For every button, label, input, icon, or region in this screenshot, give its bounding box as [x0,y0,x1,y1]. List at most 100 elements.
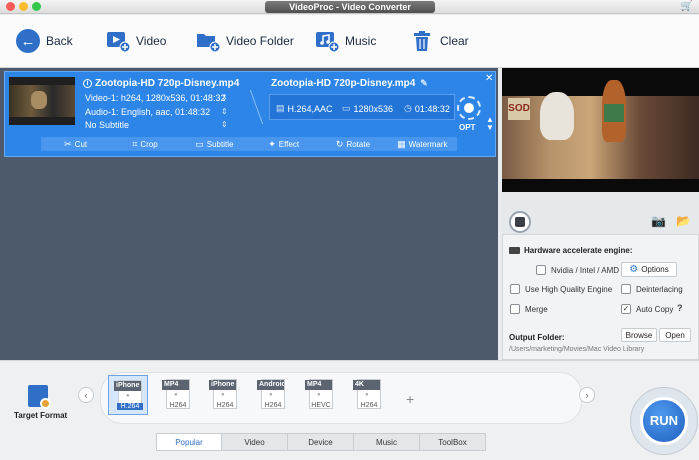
codec-option-gear-icon[interactable] [457,96,481,120]
output-resolution: ▭ 1280x536 [342,103,394,114]
back-button[interactable]: ← Back [16,27,73,55]
preview-sign: SOD [508,98,530,120]
apple-icon: ● [221,392,225,398]
add-video-folder-button[interactable]: Video Folder [196,27,294,55]
auto-copy-checkbox[interactable]: ✓ [621,304,631,314]
audio-track-info[interactable]: Audio-1: English, aac, 01:48:32 [85,107,210,117]
format-icon: ● [365,392,369,398]
merge-checkbox[interactable] [510,304,520,314]
high-quality-label: Use High Quality Engine [525,284,613,294]
edit-toolbar: ✂ Cut ⌗ Crop ▭ Subtitle ✦ Effect ↻ Rotate ▦ Wa… [41,137,457,151]
bottom-panel: Target Format ‹ › iPhone ● H.264 MP4 ● H… [0,360,699,460]
source-file-name: i Zootopia-HD 720p-Disney.mp4 [83,78,239,89]
back-arrow-icon: ← [16,29,40,53]
video-folder-label: Video Folder [226,34,294,48]
resolution-icon: ▭ [342,103,351,113]
auto-copy-option[interactable]: ✓ Auto Copy [621,304,673,314]
stop-icon [515,217,525,227]
tab-music[interactable]: Music [354,433,420,451]
music-plus-icon [315,30,339,52]
format-item[interactable]: 4K ● H264 [348,375,388,415]
tab-video[interactable]: Video [222,433,288,451]
minimize-window-button[interactable] [19,2,28,11]
deinterlacing-checkbox[interactable] [621,284,631,294]
format-item[interactable]: Android ● H264 [252,375,292,415]
video-thumbnail[interactable] [9,77,75,125]
tab-device[interactable]: Device [288,433,354,451]
open-button[interactable]: Open [659,328,691,342]
format-item[interactable]: iPhone ● H264 [204,375,244,415]
remove-task-icon[interactable]: ✕ [485,73,493,84]
music-label: Music [345,34,377,48]
output-spec-box: ▤ H.264,AAC ▭ 1280x536 ◷ 01:48:32 [269,94,455,120]
arrow-separator [236,90,264,124]
target-format-label: Target Format [14,411,68,420]
subtitle-info[interactable]: No Subtitle [85,120,129,130]
scissors-icon: ✂ [64,138,72,149]
info-icon[interactable]: i [83,78,92,88]
help-icon[interactable]: ? [677,303,683,313]
watermark-button[interactable]: ▦ Watermark [388,139,457,150]
hardware-engine-row: Hardware accelerate engine: [509,246,633,255]
output-codec: ▤ H.264,AAC [276,103,333,114]
merge-option[interactable]: Merge [510,304,548,314]
format-item[interactable]: iPhone ● H.264 [108,375,148,415]
folder-plus-icon [196,30,220,52]
nvidia-label: Nvidia / Intel / AMD [551,265,620,275]
nvidia-checkbox[interactable] [536,265,546,275]
add-format-icon[interactable]: + [406,391,414,407]
format-item[interactable]: MP4 ● H264 [157,375,197,415]
move-task-arrows-icon[interactable]: ▲ ▼ [486,116,494,132]
stop-button[interactable] [509,211,531,233]
high-quality-checkbox[interactable] [510,284,520,294]
output-file-name: Zootopia-HD 720p-Disney.mp4 ✎ [271,78,428,89]
add-video-button[interactable]: Video [106,27,166,55]
deinterlacing-label: Deinterlacing [636,284,683,294]
scroll-right-icon[interactable]: › [579,387,595,403]
gear-icon: ⚙ [629,264,639,275]
pencil-icon[interactable]: ✎ [420,78,428,88]
back-label: Back [46,34,73,48]
video-track-info[interactable]: Video-1: h264, 1280x536, 01:48:32 [85,93,225,103]
add-music-button[interactable]: Music [315,27,376,55]
magic-wand-icon: ✦ [268,138,276,149]
task-item[interactable]: i Zootopia-HD 720p-Disney.mp4 Video-1: h2… [4,71,496,157]
format-item[interactable]: MP4 ● HEVC [300,375,340,415]
scroll-left-icon[interactable]: ‹ [78,387,94,403]
nvidia-option[interactable]: Nvidia / Intel / AMD [536,265,619,275]
video-label: Video [136,34,167,48]
crop-icon: ⌗ [132,138,138,149]
android-icon: ● [269,392,273,398]
tab-toolbox[interactable]: ToolBox [420,433,486,451]
subtitle-selector-icon[interactable]: ⇕ [221,120,228,129]
high-quality-option[interactable]: Use High Quality Engine [510,284,612,294]
output-duration: ◷ 01:48:32 [404,103,450,114]
deinterlacing-option[interactable]: Deinterlacing [621,284,683,294]
tab-popular[interactable]: Popular [156,433,222,451]
crop-button[interactable]: ⌗ Crop [110,139,179,150]
options-button[interactable]: ⚙ Options [621,262,677,277]
film-icon: ▤ [276,103,285,113]
trash-icon [410,30,434,52]
chip-icon [509,247,520,254]
maximize-window-button[interactable] [32,2,41,11]
close-window-button[interactable] [6,2,15,11]
snapshot-camera-icon[interactable]: 📷 [651,214,666,228]
browse-button[interactable]: Browse [621,328,657,342]
subtitle-button[interactable]: ▭ Subtitle [180,139,249,150]
open-folder-icon[interactable]: 📂 [676,214,691,228]
audio-track-selector-icon[interactable]: ⇕ [221,107,228,116]
video-preview[interactable]: SOD [502,68,699,192]
clock-icon: ◷ [404,103,412,113]
cut-button[interactable]: ✂ Cut [41,139,110,150]
apple-icon: ● [126,393,130,399]
effect-button[interactable]: ✦ Effect [249,139,318,150]
format-icon: ● [174,392,178,398]
run-button[interactable]: RUN [640,397,688,445]
video-track-selector-icon[interactable]: ⇕ [221,93,228,102]
rotate-button[interactable]: ↻ Rotate [318,139,387,150]
cart-icon[interactable]: 🛒 [681,1,693,13]
opt-label: OPT [459,123,476,132]
clear-button[interactable]: Clear [410,27,469,55]
title-bar: VideoProc - Video Converter 🛒 [0,0,699,14]
